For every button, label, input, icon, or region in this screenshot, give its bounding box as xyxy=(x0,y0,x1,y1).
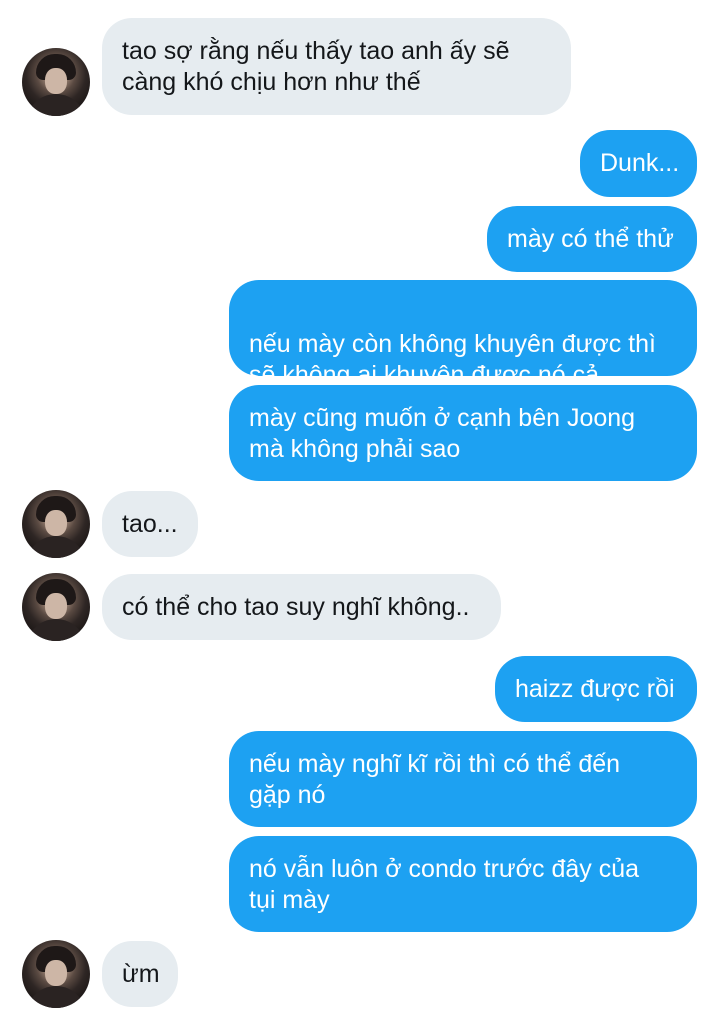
contact-avatar[interactable] xyxy=(22,940,90,1008)
contact-avatar[interactable] xyxy=(22,490,90,558)
contact-avatar[interactable] xyxy=(22,573,90,641)
outgoing-message-bubble[interactable]: mày có thể thử xyxy=(487,206,697,272)
message-text: nếu mày còn không khuyên được thì sẽ khô… xyxy=(249,330,656,389)
incoming-message-bubble[interactable]: tao... xyxy=(102,491,198,557)
incoming-message-bubble[interactable]: ừm xyxy=(102,941,178,1007)
message-text: có thể cho tao suy nghĩ không.. xyxy=(122,593,470,621)
message-text: tao... xyxy=(122,510,178,538)
outgoing-message-bubble[interactable]: nó vẫn luôn ở condo trước đây của tụi mà… xyxy=(229,836,697,932)
message-text: mày cũng muốn ở cạnh bên Joong mà không … xyxy=(249,404,636,463)
message-text: haizz được rồi xyxy=(515,675,675,703)
message-text: nếu mày nghĩ kĩ rồi thì có thể đến gặp n… xyxy=(249,750,621,809)
message-text: Dunk... xyxy=(600,149,680,177)
message-text: nó vẫn luôn ở condo trước đây của tụi mà… xyxy=(249,855,640,914)
message-text: mày có thể thử xyxy=(507,225,674,253)
outgoing-message-bubble[interactable]: mày cũng muốn ở cạnh bên Joong mà không … xyxy=(229,385,697,481)
message-text: ừm xyxy=(122,960,160,988)
outgoing-message-bubble[interactable]: Dunk... xyxy=(580,130,697,197)
incoming-message-bubble[interactable]: tao sợ rằng nếu thấy tao anh ấy sẽ càng … xyxy=(102,18,571,115)
outgoing-message-bubble[interactable]: nếu mày nghĩ kĩ rồi thì có thể đến gặp n… xyxy=(229,731,697,827)
contact-avatar[interactable] xyxy=(22,48,90,116)
message-text: tao sợ rằng nếu thấy tao anh ấy sẽ càng … xyxy=(122,37,510,96)
chat-thread: tao sợ rằng nếu thấy tao anh ấy sẽ càng … xyxy=(0,0,719,1015)
outgoing-message-bubble[interactable]: haizz được rồi xyxy=(495,656,697,722)
outgoing-message-bubble[interactable]: nếu mày còn không khuyên được thì sẽ khô… xyxy=(229,280,697,389)
incoming-message-bubble[interactable]: có thể cho tao suy nghĩ không.. xyxy=(102,574,501,640)
